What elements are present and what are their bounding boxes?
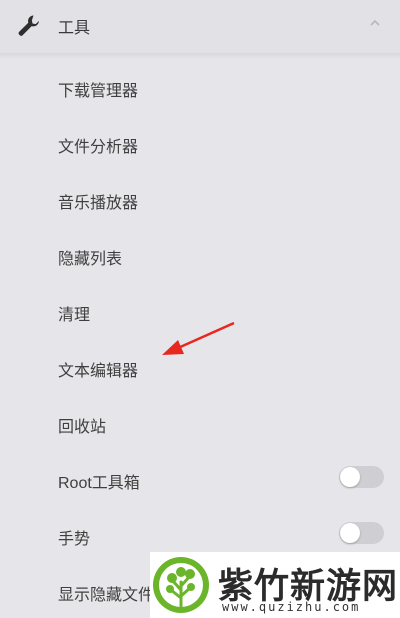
site-watermark: 紫竹新游网 www.quzizhu.com xyxy=(150,552,400,618)
red-arrow-annotation xyxy=(162,321,235,355)
menu-item-label: 回收站 xyxy=(58,419,107,436)
menu-item-label: 隐藏列表 xyxy=(58,251,123,268)
toggle-knob xyxy=(340,523,360,543)
menu-item-download-manager[interactable]: 下载管理器 xyxy=(0,59,400,115)
root-toolbox-toggle[interactable] xyxy=(339,466,384,488)
bamboo-tree-logo-icon xyxy=(153,557,209,613)
watermark-url: www.quzizhu.com xyxy=(222,600,361,614)
menu-item-label: 音乐播放器 xyxy=(58,195,139,212)
menu-item-label: 下载管理器 xyxy=(58,83,139,100)
tools-section-header[interactable]: 工具 xyxy=(0,0,400,53)
menu-item-label: 清理 xyxy=(58,307,91,324)
menu-item-recycle-bin[interactable]: 回收站 xyxy=(0,395,400,451)
wrench-icon xyxy=(18,15,39,36)
menu-item-root-toolbox[interactable]: Root工具箱 xyxy=(0,451,400,507)
menu-item-music-player[interactable]: 音乐播放器 xyxy=(0,171,400,227)
menu-item-label: 文件分析器 xyxy=(58,139,139,156)
gestures-toggle[interactable] xyxy=(339,522,384,544)
menu-item-label: 文本编辑器 xyxy=(58,363,139,380)
toggle-knob xyxy=(340,467,360,487)
menu-item-label: 手势 xyxy=(58,531,91,548)
section-title: 工具 xyxy=(58,20,91,37)
menu-item-label: Root工具箱 xyxy=(58,475,140,492)
menu-item-hidden-list[interactable]: 隐藏列表 xyxy=(0,227,400,283)
chevron-up-icon[interactable] xyxy=(368,16,382,30)
menu-item-file-analyzer[interactable]: 文件分析器 xyxy=(0,115,400,171)
menu-item-label: 显示隐藏文件 xyxy=(58,587,155,604)
